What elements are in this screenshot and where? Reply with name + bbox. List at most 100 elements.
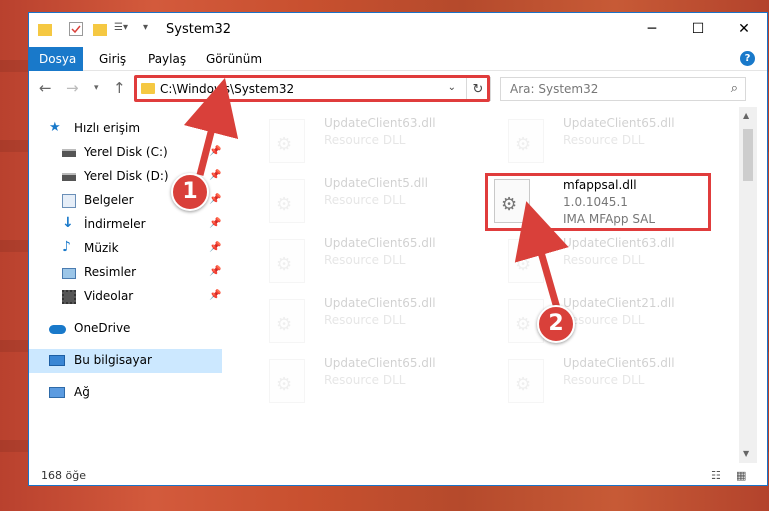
maximize-button[interactable]: ☐ bbox=[675, 13, 721, 45]
status-bar: 168 öğe ☷ ▦ bbox=[29, 465, 767, 487]
dll-file-icon: ⚙ bbox=[508, 119, 544, 163]
pin-icon[interactable]: 📌 bbox=[209, 218, 221, 229]
sidebar-item-downloads[interactable]: ↓ İndirmeler 📌 bbox=[29, 213, 222, 237]
sidebar-item-label: Hızlı erişim bbox=[74, 121, 141, 135]
sidebar-item-label: İndirmeler bbox=[84, 217, 146, 231]
folder-icon bbox=[38, 24, 52, 36]
pin-icon[interactable]: 📌 bbox=[209, 242, 221, 253]
tab-dosya[interactable]: Dosya bbox=[29, 47, 83, 71]
back-arrow-icon[interactable]: ← bbox=[39, 79, 52, 97]
sidebar-item-this-pc[interactable]: Bu bilgisayar bbox=[29, 349, 222, 373]
file-description: Resource DLL bbox=[563, 313, 645, 327]
file-list: ⚙ UpdateClient63.dll Resource DLL ⚙ Upda… bbox=[222, 107, 739, 463]
sidebar-item-label: Ağ bbox=[74, 385, 90, 399]
new-folder-icon[interactable] bbox=[93, 24, 107, 36]
search-input[interactable]: Ara: System32 ⌕ bbox=[500, 77, 746, 101]
tab-gorunum[interactable]: Görünüm bbox=[196, 47, 272, 71]
dll-file-icon: ⚙ bbox=[269, 299, 305, 343]
file-description: Resource DLL bbox=[324, 313, 406, 327]
tab-giris[interactable]: Giriş bbox=[89, 47, 136, 71]
file-description: Resource DLL bbox=[563, 133, 645, 147]
details-view-icon[interactable]: ☷ bbox=[711, 469, 721, 482]
pin-icon[interactable]: 📌 bbox=[209, 170, 221, 181]
file-item[interactable]: ⚙ UpdateClient65.dll Resource DLL bbox=[249, 353, 469, 409]
file-item[interactable]: ⚙ UpdateClient65.dll Resource DLL bbox=[488, 353, 708, 409]
star-icon: ★ bbox=[49, 120, 61, 135]
documents-icon bbox=[62, 194, 76, 208]
scroll-up-icon[interactable]: ▲ bbox=[743, 111, 749, 120]
file-version: 1.0.1045.1 bbox=[563, 195, 628, 209]
help-icon[interactable]: ? bbox=[740, 51, 755, 66]
up-arrow-icon[interactable]: ↑ bbox=[113, 79, 126, 97]
folder-icon bbox=[141, 83, 155, 94]
tab-paylas[interactable]: Paylaş bbox=[138, 47, 196, 71]
download-icon: ↓ bbox=[62, 215, 74, 231]
file-name: mfappsal.dll bbox=[563, 178, 637, 192]
music-icon: ♪ bbox=[62, 239, 71, 255]
customize-dropdown-icon[interactable]: ▾ bbox=[143, 22, 157, 36]
explorer-window: ☰▾ ▾ System32 ─ ☐ ✕ Dosya Giriş Paylaş G… bbox=[28, 12, 768, 486]
pin-icon[interactable]: 📌 bbox=[209, 290, 221, 301]
sidebar-item-label: OneDrive bbox=[74, 321, 131, 335]
search-icon: ⌕ bbox=[730, 81, 738, 96]
file-description: Resource DLL bbox=[324, 133, 406, 147]
file-item-mfappsal[interactable]: ⚙ mfappsal.dll 1.0.1045.1 IMA MFApp SAL bbox=[488, 175, 708, 231]
file-name: UpdateClient5.dll bbox=[324, 176, 428, 190]
scroll-thumb[interactable] bbox=[743, 129, 753, 181]
file-item[interactable]: ⚙ UpdateClient65.dll Resource DLL bbox=[249, 293, 469, 349]
sidebar-item-disk-c[interactable]: Yerel Disk (C:) 📌 bbox=[29, 141, 222, 165]
file-description: Resource DLL bbox=[324, 253, 406, 267]
file-description: Resource DLL bbox=[563, 373, 645, 387]
minimize-button[interactable]: ─ bbox=[629, 13, 675, 45]
pin-icon[interactable]: 📌 bbox=[209, 194, 221, 205]
sidebar-item-pictures[interactable]: Resimler 📌 bbox=[29, 261, 222, 285]
customize-icon[interactable]: ☰▾ bbox=[114, 22, 128, 36]
file-name: UpdateClient63.dll bbox=[563, 236, 675, 250]
recent-locations-icon[interactable]: ▾ bbox=[94, 83, 99, 93]
address-path: C:\Windows\System32 bbox=[160, 82, 295, 96]
sidebar-item-label: Yerel Disk (C:) bbox=[84, 145, 168, 159]
chevron-down-icon[interactable]: ⌄ bbox=[448, 82, 456, 93]
file-name: UpdateClient65.dll bbox=[324, 356, 436, 370]
file-item[interactable]: ⚙ UpdateClient65.dll Resource DLL bbox=[249, 233, 469, 289]
file-name: UpdateClient65.dll bbox=[324, 236, 436, 250]
ribbon-tabs: Dosya Giriş Paylaş Görünüm ? bbox=[29, 47, 767, 71]
refresh-button[interactable]: ↻ bbox=[466, 77, 490, 101]
file-name: UpdateClient65.dll bbox=[563, 116, 675, 130]
file-description: Resource DLL bbox=[563, 253, 645, 267]
dll-file-icon: ⚙ bbox=[494, 179, 530, 223]
pictures-icon bbox=[62, 268, 76, 279]
dll-file-icon: ⚙ bbox=[269, 119, 305, 163]
callout-number-1: 1 bbox=[171, 173, 209, 211]
sidebar-item-music[interactable]: ♪ Müzik 📌 bbox=[29, 237, 222, 261]
sidebar-item-onedrive[interactable]: OneDrive bbox=[29, 317, 222, 341]
scroll-down-icon[interactable]: ▼ bbox=[743, 449, 749, 458]
file-item[interactable]: ⚙ UpdateClient21.dll Resource DLL bbox=[488, 293, 708, 349]
sidebar-item-label: Belgeler bbox=[84, 193, 134, 207]
sidebar-item-quick-access[interactable]: ★ Hızlı erişim bbox=[29, 117, 222, 141]
file-item[interactable]: ⚙ UpdateClient63.dll Resource DLL bbox=[488, 233, 708, 289]
file-item[interactable]: ⚙ UpdateClient5.dll Resource DLL bbox=[249, 173, 469, 229]
network-icon bbox=[49, 387, 65, 398]
forward-arrow-icon[interactable]: → bbox=[66, 79, 79, 97]
dll-file-icon: ⚙ bbox=[269, 179, 305, 223]
properties-icon[interactable] bbox=[69, 22, 83, 36]
pin-icon[interactable]: 📌 bbox=[209, 146, 221, 157]
large-icons-view-icon[interactable]: ▦ bbox=[736, 469, 746, 482]
file-item[interactable]: ⚙ UpdateClient65.dll Resource DLL bbox=[488, 113, 708, 169]
navigation-pane: ★ Hızlı erişim Yerel Disk (C:) 📌 Yerel D… bbox=[29, 113, 222, 465]
title-bar: ☰▾ ▾ System32 ─ ☐ ✕ bbox=[29, 13, 767, 47]
file-description: Resource DLL bbox=[324, 373, 406, 387]
address-bar[interactable]: C:\Windows\System32 ⌄ bbox=[134, 77, 491, 101]
computer-icon bbox=[49, 355, 65, 366]
close-button[interactable]: ✕ bbox=[721, 13, 767, 45]
pin-icon[interactable]: 📌 bbox=[209, 266, 221, 277]
vertical-scrollbar[interactable]: ▲ ▼ bbox=[739, 107, 757, 463]
sidebar-item-videos[interactable]: Videolar 📌 bbox=[29, 285, 222, 309]
navigation-bar: ← → ▾ ↑ C:\Windows\System32 ⌄ ↻ Ara: Sys… bbox=[29, 71, 767, 107]
file-company: IMA MFApp SAL bbox=[563, 212, 656, 226]
item-count: 168 öğe bbox=[41, 469, 86, 482]
search-placeholder: Ara: System32 bbox=[510, 82, 599, 96]
file-item[interactable]: ⚙ UpdateClient63.dll Resource DLL bbox=[249, 113, 469, 169]
sidebar-item-network[interactable]: Ağ bbox=[29, 381, 222, 405]
